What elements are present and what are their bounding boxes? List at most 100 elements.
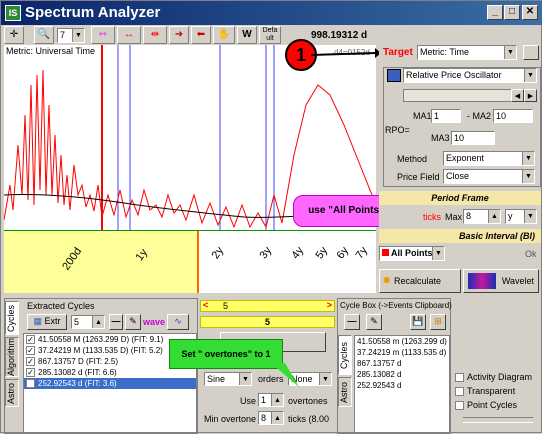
grid-icon: ▦: [33, 316, 42, 326]
tab-astro[interactable]: Astro: [338, 377, 352, 407]
hand-icon[interactable]: ✋: [213, 26, 235, 44]
clipboard-icon[interactable]: ⊞: [430, 314, 446, 330]
period-frame-header: Period Frame: [379, 191, 541, 205]
nav-value: 5: [223, 301, 229, 311]
extr-button[interactable]: ▦ Extr: [27, 314, 67, 330]
crosshair-icon[interactable]: ✛: [4, 26, 24, 44]
tab-cycles[interactable]: Cycles: [338, 335, 352, 375]
min-overtone-field[interactable]: 8 ▲: [258, 411, 284, 425]
x-tick: 6y: [334, 244, 352, 262]
nav-strip[interactable]: < 5 >: [200, 300, 335, 312]
list-item: 41.50558 m (1263.299 d): [357, 337, 447, 346]
ticks-tail-label: ticks (8.00: [288, 414, 330, 424]
default-button[interactable]: Defa ult: [259, 26, 281, 44]
oscillator-select[interactable]: Relative Price Oscillator ▼: [403, 68, 537, 83]
list-item: 252.92543 d: [357, 381, 402, 390]
list-item: 867.13757 d: [357, 359, 402, 368]
use-label: Use: [240, 396, 257, 406]
metric-select[interactable]: Metric: Time ▼: [417, 45, 517, 60]
title-bar[interactable]: IS Spectrum Analyzer _ □ ✕: [1, 1, 542, 25]
ok-button[interactable]: Ok: [525, 249, 537, 259]
zoom-spin-field[interactable]: 7 ▼: [57, 28, 85, 43]
list-item-selected[interactable]: ✓ 252.92543 d (FIT: 3.6): [24, 378, 196, 389]
close-button[interactable]: ✕: [522, 5, 538, 20]
points-select[interactable]: All Points ▼: [379, 246, 445, 261]
period-highlight: [4, 231, 197, 293]
transparent-checkbox[interactable]: [455, 387, 464, 397]
save-icon[interactable]: 💾: [410, 314, 426, 330]
cycle-checkbox[interactable]: ✓: [26, 379, 35, 389]
point-cycles-option[interactable]: Point Cycles: [455, 400, 517, 411]
oscillator-icon: [387, 69, 401, 82]
x-tick: 5y: [313, 244, 331, 262]
method-select[interactable]: Exponent ▼: [443, 151, 535, 166]
wavelet-button[interactable]: Wavelet: [463, 269, 539, 293]
unit-select[interactable]: y ▼: [505, 209, 537, 224]
callout-pointer-icon: [271, 363, 299, 387]
settings-panel: Target Metric: Time ▼ Relative Price Osci…: [379, 45, 541, 295]
ticks-label: ticks: [423, 212, 441, 222]
x-tick: 7y: [353, 244, 371, 262]
ma3-label: MA3: [431, 133, 450, 143]
scroll-left-button[interactable]: ◀: [511, 89, 524, 102]
activity-diagram-option[interactable]: Activity Diagram: [455, 372, 532, 383]
cycle-box-list[interactable]: 41.50558 m (1263.299 d) 37.24219 m (1133…: [354, 335, 450, 433]
arrow-right-icon[interactable]: ➜: [169, 26, 189, 44]
wave-toggle[interactable]: wave: [143, 317, 165, 327]
period-axis-band: 200d 1y 2y 3y 4y 5y 6y 7y: [4, 231, 376, 293]
target-label: Target: [383, 47, 413, 58]
activity-diagram-checkbox[interactable]: [455, 373, 464, 383]
tab-cycles[interactable]: Cycles: [5, 301, 19, 335]
fit-range-icon[interactable]: ⇿: [91, 26, 115, 44]
wave-select[interactable]: Sine ▼: [204, 372, 252, 386]
overtones-label: overtones: [288, 396, 328, 406]
overtones-callout: Set " overtones" to 1: [169, 339, 283, 369]
w-button[interactable]: W: [237, 26, 257, 44]
transparent-option[interactable]: Transparent: [455, 386, 515, 397]
clear-button[interactable]: —: [344, 314, 360, 330]
ma2-field[interactable]: 10: [493, 109, 533, 123]
ma3-field[interactable]: 10: [451, 131, 495, 145]
compress-icon[interactable]: ⇹: [143, 26, 167, 44]
method-label: Method: [397, 154, 428, 164]
remove-button[interactable]: —: [109, 314, 123, 330]
min-overtone-label: Min overtone: [204, 414, 257, 424]
ma1-field[interactable]: 1: [431, 109, 461, 123]
app-icon: IS: [5, 5, 21, 21]
overtones-field[interactable]: 1 ▲: [258, 393, 284, 407]
cycle-checkbox[interactable]: ✓: [26, 368, 35, 378]
expand-icon[interactable]: ↔: [117, 26, 141, 44]
nav-left-icon[interactable]: <: [203, 300, 208, 310]
zoom-icon[interactable]: 🔍: [34, 26, 54, 44]
minimize-button[interactable]: _: [487, 5, 503, 20]
brush-icon[interactable]: ✎: [125, 314, 141, 330]
cycle-index-field[interactable]: 5: [200, 316, 335, 328]
cycle-checkbox[interactable]: ✓: [26, 357, 35, 367]
tab-algorithm[interactable]: Algorithm: [5, 337, 19, 377]
basic-interval-header: Basic Interval (BI): [379, 229, 541, 243]
wave-sine-icon[interactable]: ∿: [167, 314, 189, 330]
brush-icon[interactable]: ✎: [366, 314, 382, 330]
scroll-right-button[interactable]: ▶: [524, 89, 537, 102]
slider-track[interactable]: [463, 417, 533, 423]
list-item: 37.24219 m (1133.535 d): [357, 348, 447, 357]
tab-astro[interactable]: Astro: [5, 379, 19, 407]
extracted-title: Extracted Cycles: [27, 301, 95, 311]
max-label: Max: [445, 212, 463, 222]
maximize-button[interactable]: □: [504, 5, 520, 20]
recalculate-button[interactable]: ✸ Recalculate: [379, 269, 461, 293]
arrow-left-icon[interactable]: ⬅: [191, 26, 211, 44]
cycle-checkbox[interactable]: ✓: [26, 346, 35, 356]
star-icon: ✸: [382, 275, 392, 287]
extr-spin-field[interactable]: 5 ▲: [71, 315, 105, 329]
cycle-checkbox[interactable]: ✓: [26, 335, 35, 345]
point-cycles-checkbox[interactable]: [455, 401, 464, 411]
cycle-readout: 998.19312 d: [311, 30, 368, 41]
metric-options-button[interactable]: [523, 45, 539, 60]
callout-arrow-icon: [311, 48, 381, 58]
metric-label: Metric: Universal Time: [6, 46, 96, 56]
nav-right-icon[interactable]: >: [327, 300, 332, 310]
max-field[interactable]: 8 ▲: [463, 209, 501, 224]
price-field-select[interactable]: Close ▼: [443, 169, 535, 184]
window-title: Spectrum Analyzer: [25, 4, 161, 21]
